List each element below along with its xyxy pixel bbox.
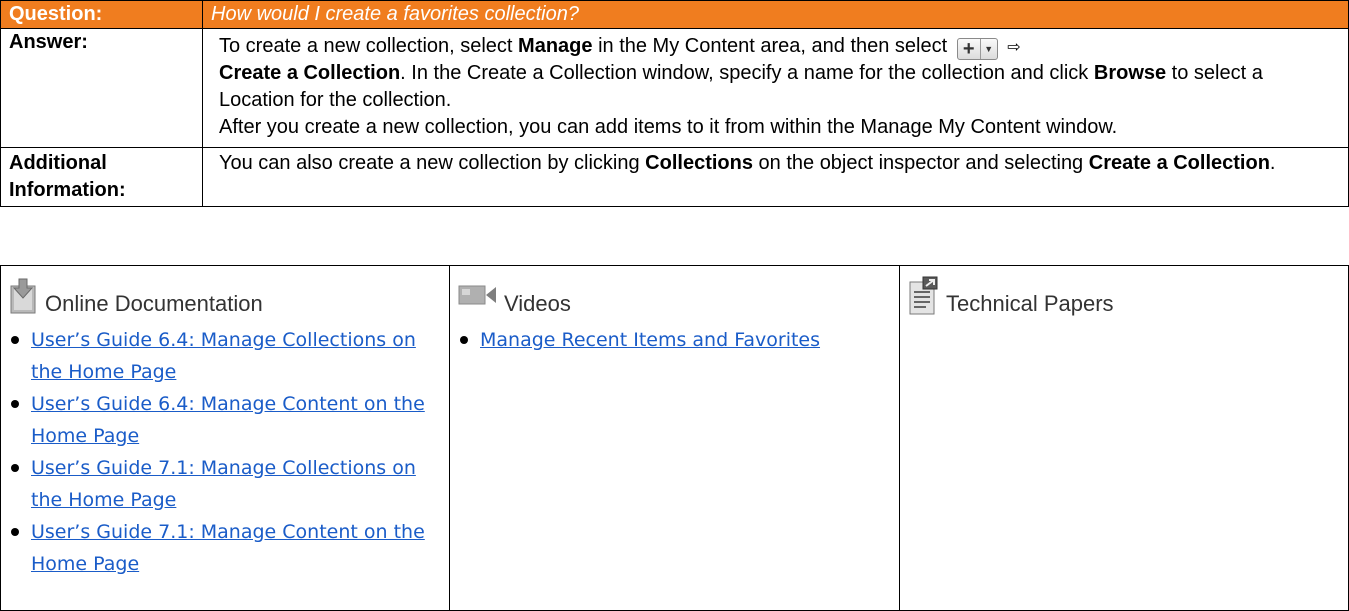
answer-body: To create a new collection, select Manag… (202, 28, 1349, 148)
create-collection-term: Create a Collection (219, 62, 401, 84)
docs-column: Online Documentation User’s Guide 6.4: M… (0, 265, 450, 611)
question-row: Question: How would I create a favorites… (0, 0, 1349, 29)
add-dropdown-button-image: + ▼ (956, 38, 998, 60)
additional-text: You can also create a new collection by … (219, 152, 646, 174)
doc-link-ug64-content[interactable]: User’s Guide 6.4: Manage Content on the … (31, 393, 425, 447)
answer-text: . In the Create a Collection window, spe… (400, 62, 1094, 84)
video-link-recent-favorites[interactable]: Manage Recent Items and Favorites (480, 329, 820, 351)
answer-text: in the My Content area, and then select (592, 35, 953, 57)
papers-title: Technical Papers (946, 291, 1114, 316)
list-item: User’s Guide 7.1: Manage Collections on … (9, 452, 449, 516)
list-item: User’s Guide 6.4: Manage Content on the … (9, 388, 449, 452)
right-arrow-icon: ⇨ (1007, 37, 1021, 56)
create-collection-term: Create a Collection (1088, 152, 1270, 174)
papers-column: Technical Papers (899, 265, 1349, 611)
dropdown-arrow-icon: ▼ (984, 43, 994, 54)
videos-link-list: Manage Recent Items and Favorites (450, 324, 899, 356)
list-item: User’s Guide 7.1: Manage Content on the … (9, 516, 449, 580)
videos-column: Videos Manage Recent Items and Favorites (449, 265, 900, 611)
answer-row: Answer: To create a new collection, sele… (0, 28, 1349, 148)
additional-text: . (1269, 152, 1276, 174)
doc-link-ug71-content[interactable]: User’s Guide 7.1: Manage Content on the … (31, 521, 425, 575)
question-label: Question: (0, 0, 203, 29)
answer-text: To create a new collection, select (219, 35, 519, 57)
additional-info-body: You can also create a new collection by … (202, 147, 1349, 207)
additional-info-row: Additional Information: You can also cre… (0, 147, 1349, 207)
videos-title: Videos (504, 291, 571, 316)
question-text: How would I create a favorites collectio… (202, 0, 1349, 29)
plus-icon: + (958, 39, 981, 59)
browse-term: Browse (1093, 62, 1167, 84)
list-item: Manage Recent Items and Favorites (458, 324, 899, 356)
faq-table: Question: How would I create a favorites… (0, 0, 1349, 207)
document-download-icon (10, 278, 36, 314)
answer-paragraph-2: After you create a new collection, you c… (219, 116, 1118, 138)
answer-label: Answer: (0, 28, 203, 148)
manage-term: Manage (518, 35, 593, 57)
collections-term: Collections (645, 152, 753, 174)
additional-text: on the object inspector and selecting (752, 152, 1089, 174)
technical-paper-icon (909, 276, 938, 315)
resources-table: Online Documentation User’s Guide 6.4: M… (0, 265, 1349, 611)
list-item: User’s Guide 6.4: Manage Collections on … (9, 324, 449, 388)
additional-info-label: Additional Information: (0, 147, 203, 207)
video-camera-icon (458, 285, 496, 305)
doc-link-ug71-collections[interactable]: User’s Guide 7.1: Manage Collections on … (31, 457, 416, 511)
docs-title: Online Documentation (45, 291, 263, 316)
docs-link-list: User’s Guide 6.4: Manage Collections on … (1, 324, 449, 580)
doc-link-ug64-collections[interactable]: User’s Guide 6.4: Manage Collections on … (31, 329, 416, 383)
